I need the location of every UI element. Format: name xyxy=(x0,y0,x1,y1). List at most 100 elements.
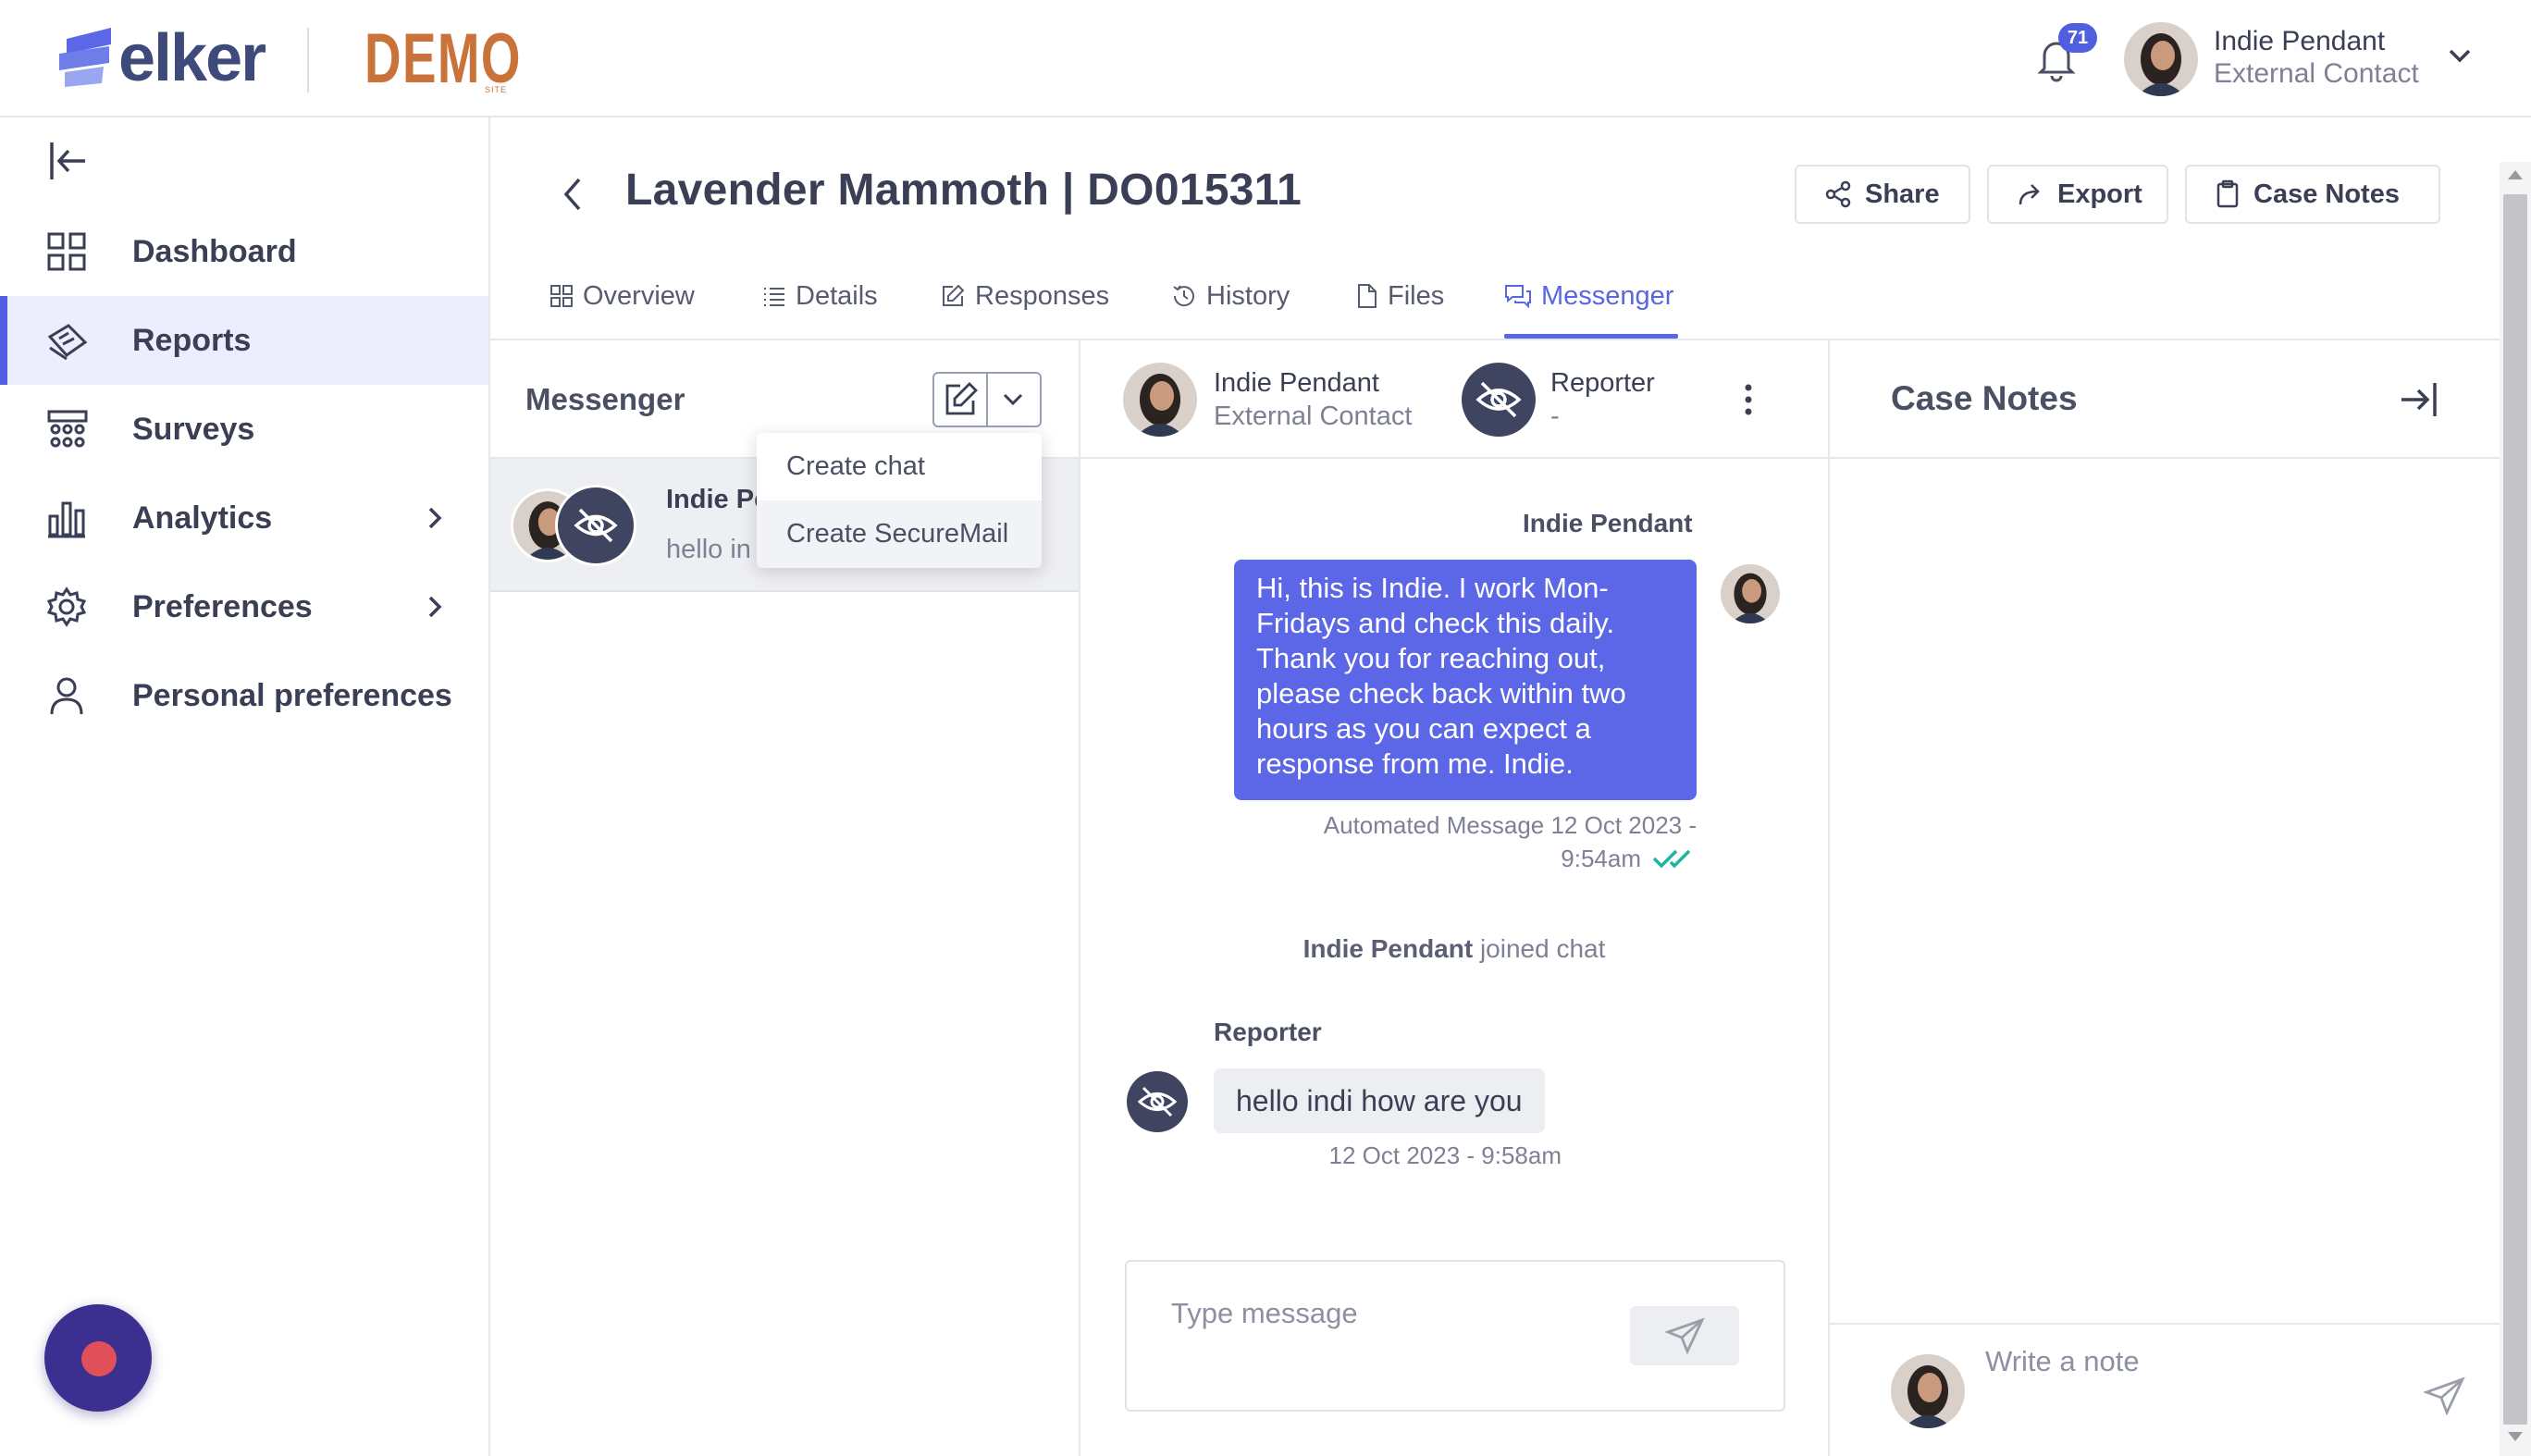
record-dot-icon xyxy=(81,1341,117,1376)
chat-header-divider xyxy=(1080,457,1830,459)
more-vertical-icon[interactable] xyxy=(1743,383,1754,416)
case-notes-title: Case Notes xyxy=(1891,379,2078,417)
list-icon xyxy=(762,284,786,308)
anonymous-reporter-icon xyxy=(555,485,636,566)
collapse-sidebar-icon[interactable] xyxy=(48,139,89,183)
sidebar-item-surveys[interactable]: Surveys xyxy=(0,385,488,474)
scrollbar-thumb[interactable] xyxy=(2503,194,2527,1425)
create-securemail-option[interactable]: Create SecureMail xyxy=(757,500,1042,568)
share-icon xyxy=(1824,180,1852,208)
sidebar-item-personal-preferences[interactable]: Personal preferences xyxy=(0,651,488,740)
export-button[interactable]: Export xyxy=(1987,165,2168,224)
case-notes-divider xyxy=(1830,457,2500,459)
demo-sub-label: SITE xyxy=(485,85,508,94)
split-divider xyxy=(986,374,988,426)
chevron-right-icon xyxy=(424,505,446,531)
chevron-down-icon[interactable] xyxy=(1001,390,1025,409)
send-icon xyxy=(1665,1317,1706,1354)
edit-icon xyxy=(940,283,966,309)
anonymous-reporter-icon xyxy=(1127,1071,1188,1132)
note-input[interactable]: Write a note xyxy=(1985,1345,2140,1378)
send-note-icon[interactable] xyxy=(2424,1376,2466,1415)
sender-avatar xyxy=(1721,564,1780,623)
grid-icon xyxy=(549,284,574,308)
chat-list-name: Indie Pe xyxy=(666,485,770,514)
messenger-title: Messenger xyxy=(525,382,685,416)
user-role: External Contact xyxy=(2214,58,2419,89)
sidebar-item-reports[interactable]: Reports xyxy=(0,296,488,385)
scroll-up-icon[interactable] xyxy=(2508,170,2523,179)
tab-label: History xyxy=(1206,280,1290,311)
message-bubble-outgoing: Hi, this is Indie. I work Mon-Fridays an… xyxy=(1234,560,1697,800)
sidebar-item-label: Personal preferences xyxy=(132,677,452,713)
tab-messenger[interactable]: Messenger xyxy=(1504,268,1673,324)
file-icon xyxy=(1356,283,1378,309)
page-title: Lavender Mammoth | DO015311 xyxy=(625,166,1303,215)
message-meta: 12 Oct 2023 - 9:58am xyxy=(1328,1141,1562,1169)
bar-chart-icon xyxy=(46,498,87,538)
chat-list-preview: hello in xyxy=(666,535,751,564)
participant-name: Indie Pendant xyxy=(1214,368,1379,398)
clipboard-icon xyxy=(2215,179,2241,209)
participant-role: - xyxy=(1550,401,1560,431)
reports-icon xyxy=(46,320,89,361)
person-icon xyxy=(46,675,87,716)
participant-avatar xyxy=(1123,363,1197,437)
surveys-icon xyxy=(46,409,89,451)
message-sender: Indie Pendant xyxy=(1523,509,1693,537)
tab-responses[interactable]: Responses xyxy=(940,268,1109,324)
new-chat-dropdown-menu: Create chat Create SecureMail xyxy=(757,433,1042,568)
message-sender: Reporter xyxy=(1214,1018,1322,1046)
chevron-right-icon xyxy=(424,594,446,620)
message-meta-line: Automated Message 12 Oct 2023 - xyxy=(1323,811,1697,839)
back-arrow-icon[interactable] xyxy=(559,176,586,213)
tab-files[interactable]: Files xyxy=(1356,268,1444,324)
compose-icon[interactable] xyxy=(942,381,979,418)
message-input-placeholder: Type message xyxy=(1171,1297,1358,1329)
tab-label: Files xyxy=(1388,280,1445,311)
tab-label: Overview xyxy=(583,280,695,311)
export-arrow-icon xyxy=(2017,180,2044,208)
note-author-avatar xyxy=(1891,1354,1965,1428)
sidebar-item-label: Preferences xyxy=(132,588,313,624)
joined-name: Indie Pendant xyxy=(1303,934,1474,963)
user-avatar[interactable] xyxy=(2124,22,2198,96)
brand-divider xyxy=(307,28,309,93)
sidebar-item-preferences[interactable]: Preferences xyxy=(0,562,488,651)
tab-label: Details xyxy=(796,280,878,311)
tab-label: Messenger xyxy=(1541,280,1674,311)
sidebar-item-label: Analytics xyxy=(132,500,273,536)
scroll-down-icon[interactable] xyxy=(2508,1432,2523,1441)
elker-logo-icon[interactable] xyxy=(57,26,115,89)
grid-icon xyxy=(46,231,87,272)
joined-suffix: joined chat xyxy=(1479,934,1606,963)
chevron-down-icon[interactable] xyxy=(2447,46,2473,65)
share-button[interactable]: Share xyxy=(1795,165,1970,224)
tab-history[interactable]: History xyxy=(1171,268,1290,324)
message-meta-time: 9:54am xyxy=(1561,845,1641,872)
participant-role: External Contact xyxy=(1214,401,1413,431)
double-check-icon xyxy=(1652,847,1697,870)
history-clock-icon xyxy=(1171,283,1197,309)
send-message-button[interactable] xyxy=(1630,1306,1739,1365)
chat-bubbles-icon xyxy=(1504,283,1532,309)
tab-details[interactable]: Details xyxy=(762,268,878,324)
export-label: Export xyxy=(2057,179,2142,209)
gear-icon xyxy=(46,586,87,627)
create-chat-option[interactable]: Create chat xyxy=(757,433,1042,500)
collapse-panel-icon[interactable] xyxy=(2398,379,2438,420)
sidebar-item-analytics[interactable]: Analytics xyxy=(0,474,488,562)
note-input-divider xyxy=(1830,1323,2500,1325)
message-meta: Automated Message 12 Oct 2023 - 9:54am xyxy=(1258,808,1697,875)
sidebar-item-label: Reports xyxy=(132,322,252,358)
case-notes-button[interactable]: Case Notes xyxy=(2185,165,2440,224)
user-name[interactable]: Indie Pendant xyxy=(2214,26,2385,57)
chat-panel-border xyxy=(1828,340,1830,1456)
brand-name[interactable]: elker xyxy=(118,20,266,96)
tab-overview[interactable]: Overview xyxy=(549,268,695,324)
sidebar-item-dashboard[interactable]: Dashboard xyxy=(0,207,488,296)
system-joined-message: Indie Pendant joined chat xyxy=(1080,934,1828,964)
share-label: Share xyxy=(1865,179,1940,209)
notification-badge: 71 xyxy=(2058,23,2097,53)
tab-label: Responses xyxy=(975,280,1110,311)
